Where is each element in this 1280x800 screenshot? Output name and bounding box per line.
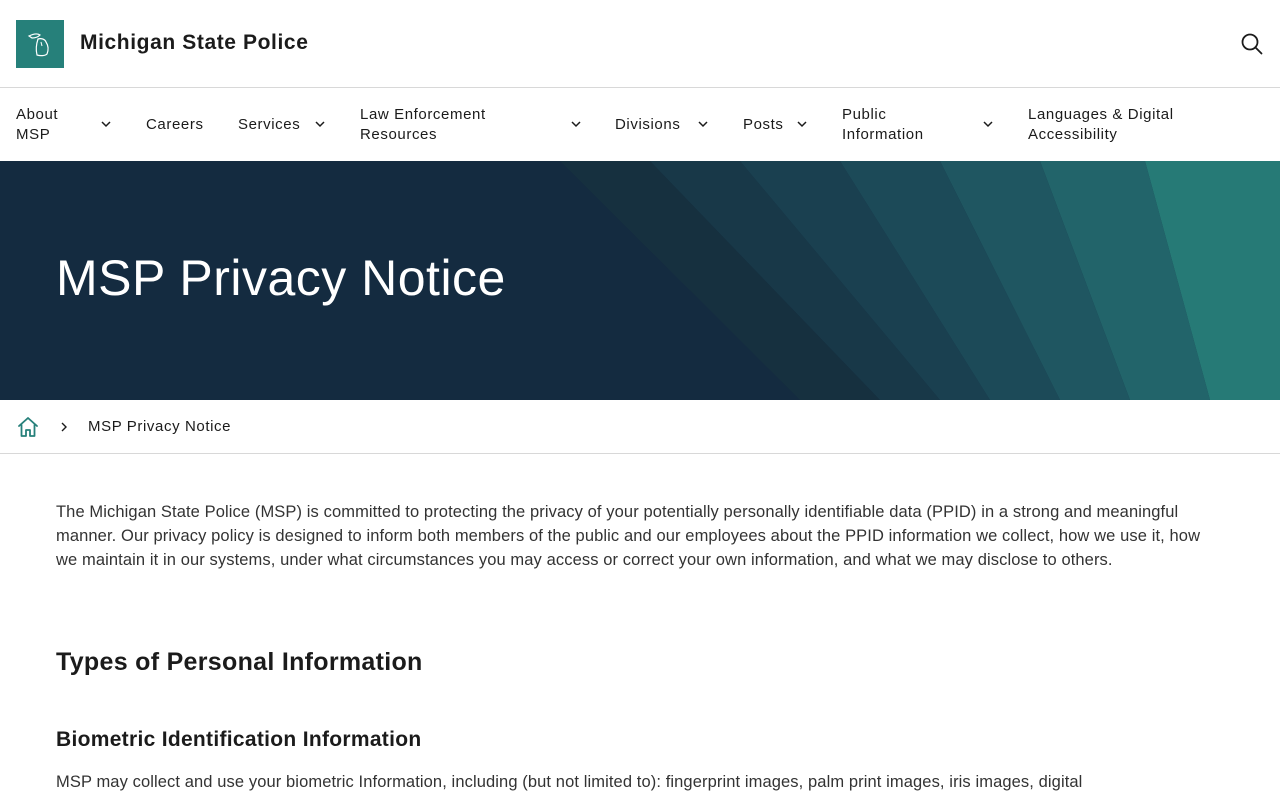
home-icon (18, 417, 38, 437)
chevron-down-icon (797, 121, 807, 128)
chevron-down-icon (101, 121, 111, 128)
nav-label: Careers (146, 116, 204, 133)
nav-item-about-msp[interactable]: About MSP (16, 89, 126, 161)
chevron-down-icon (698, 121, 708, 128)
main-nav: About MSP Careers Services Law Enforceme… (0, 89, 1280, 161)
michigan-map-icon (27, 33, 49, 57)
main-content: The Michigan State Police (MSP) is commi… (56, 500, 1216, 791)
nav-label: About MSP (16, 106, 59, 143)
site-logo[interactable] (16, 20, 64, 68)
breadcrumb: MSP Privacy Notice (0, 400, 1280, 454)
nav-label: Public Information (842, 106, 924, 143)
nav-label: Posts (743, 116, 784, 133)
chevron-down-icon (315, 121, 325, 128)
nav-label: Law Enforcement Resources (360, 106, 486, 143)
site-header: Michigan State Police (0, 0, 1280, 88)
search-button[interactable] (1240, 32, 1264, 56)
site-title[interactable]: Michigan State Police (80, 31, 309, 55)
nav-label: Divisions (615, 116, 681, 133)
section-heading: Types of Personal Information (56, 648, 423, 676)
subsection-heading: Biometric Identification Information (56, 728, 422, 751)
nav-label: Services (238, 116, 301, 133)
nav-item-public-information[interactable]: Public Information (842, 89, 1007, 161)
chevron-right-icon (61, 422, 67, 432)
intro-paragraph: The Michigan State Police (MSP) is commi… (56, 503, 1201, 569)
nav-item-posts[interactable]: Posts (743, 89, 823, 161)
nav-item-languages-accessibility[interactable]: Languages & Digital Accessibility (1028, 89, 1228, 161)
search-icon (1241, 33, 1263, 55)
nav-item-divisions[interactable]: Divisions (615, 89, 720, 161)
chevron-down-icon (983, 121, 993, 128)
nav-item-services[interactable]: Services (238, 89, 338, 161)
nav-item-careers[interactable]: Careers (146, 89, 216, 161)
nav-label: Languages & Digital Accessibility (1028, 106, 1174, 143)
nav-item-law-enforcement-resources[interactable]: Law Enforcement Resources (360, 89, 600, 161)
chevron-down-icon (571, 121, 581, 128)
hero-banner: MSP Privacy Notice (0, 161, 1280, 400)
body-paragraph: MSP may collect and use your biometric I… (56, 773, 1083, 791)
breadcrumb-current: MSP Privacy Notice (88, 418, 232, 435)
page-title: MSP Privacy Notice (56, 250, 506, 306)
breadcrumb-home-link[interactable] (16, 415, 40, 439)
